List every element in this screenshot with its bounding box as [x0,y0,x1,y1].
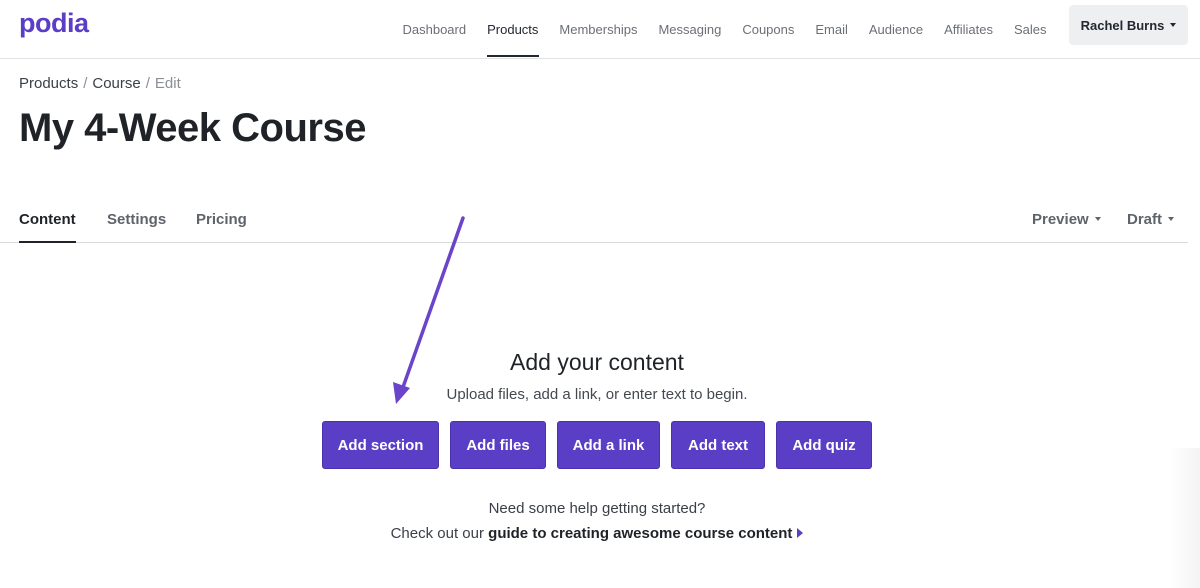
empty-state-title: Add your content [510,349,684,375]
content-actions: Add section Add files Add a link Add tex… [322,421,872,469]
add-text-button[interactable]: Add text [671,421,765,469]
help-line: Check out our guide to creating awesome … [0,525,1194,542]
user-menu-button[interactable]: Rachel Burns [1069,5,1188,45]
breadcrumb-course[interactable]: Course [92,75,140,92]
tab-settings[interactable]: Settings [107,196,166,242]
nav-item-dashboard[interactable]: Dashboard [392,0,477,58]
breadcrumb: Products / Course / Edit [19,75,181,92]
nav-item-audience[interactable]: Audience [858,0,933,58]
play-arrow-icon [797,528,804,538]
nav-item-coupons[interactable]: Coupons [732,0,805,58]
status-label: Draft [1127,210,1163,228]
add-section-button[interactable]: Add section [322,421,439,469]
add-link-button[interactable]: Add a link [557,421,660,469]
podia-logo[interactable]: podia [19,8,89,39]
preview-label: Preview [1032,210,1089,228]
add-files-button[interactable]: Add files [450,421,546,469]
breadcrumb-separator: / [83,75,88,92]
help-prefix: Check out our [390,525,484,542]
nav-item-affiliates[interactable]: Affiliates [934,0,1004,58]
help-question: Need some help getting started? [488,500,706,517]
tab-pricing[interactable]: Pricing [196,196,247,242]
main-nav: Dashboard Products Memberships Messaging… [392,0,1057,58]
nav-item-email[interactable]: Email [805,0,859,58]
caret-down-icon [1168,217,1175,221]
status-dropdown[interactable]: Draft [1127,196,1175,242]
top-navbar: podia Dashboard Products Memberships Mes… [0,0,1200,59]
breadcrumb-current: Edit [154,75,181,92]
add-quiz-button[interactable]: Add quiz [776,421,872,469]
page-edge-shadow [1170,448,1200,588]
caret-down-icon [1170,23,1177,27]
empty-state-subtitle: Upload files, add a link, or enter text … [446,386,748,403]
breadcrumb-separator: / [145,75,150,92]
nav-item-messaging[interactable]: Messaging [648,0,732,58]
nav-item-sales[interactable]: Sales [1004,0,1058,58]
nav-item-products[interactable]: Products [477,0,549,58]
nav-item-memberships[interactable]: Memberships [549,0,648,58]
breadcrumb-products[interactable]: Products [19,75,78,92]
preview-dropdown[interactable]: Preview [1032,196,1101,242]
tab-content[interactable]: Content [19,196,76,243]
page-title: My 4-Week Course [19,106,366,150]
product-tabs: Content Settings Pricing Preview Draft [0,196,1188,243]
course-guide-link[interactable]: guide to creating awesome course content [488,525,792,542]
user-name: Rachel Burns [1080,17,1165,33]
caret-down-icon [1094,217,1101,221]
